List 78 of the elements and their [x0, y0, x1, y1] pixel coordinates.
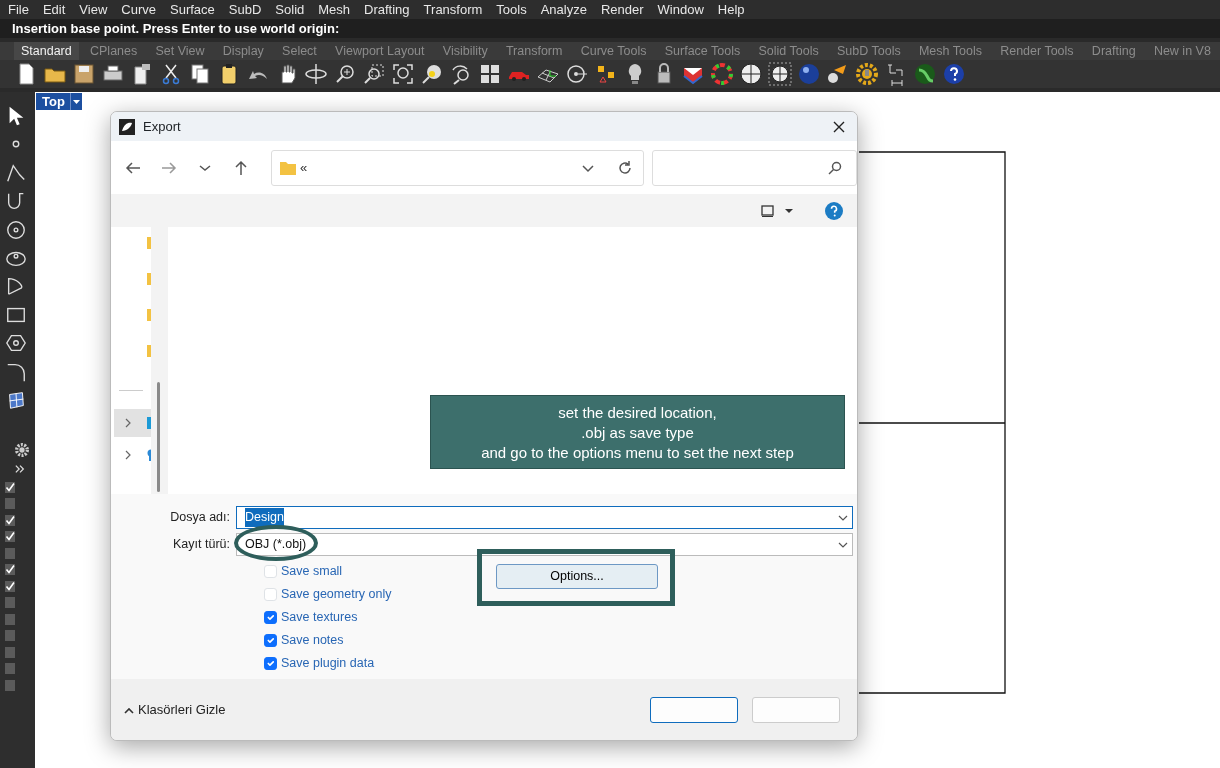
zoom-extents-icon[interactable] — [391, 62, 415, 86]
menu-item[interactable]: SubD — [221, 0, 269, 19]
field-label: Kayıt türü: — [172, 536, 231, 554]
forward-arrow-icon[interactable] — [161, 159, 177, 176]
checkbox[interactable] — [5, 646, 15, 658]
circle-icon[interactable] — [5, 218, 27, 241]
menu-item[interactable]: File — [1, 0, 36, 19]
checkbox-label[interactable]: Save textures — [281, 608, 358, 627]
checkbox[interactable] — [264, 611, 277, 624]
menu-item[interactable]: Solid — [268, 0, 312, 19]
checkbox-label[interactable]: Save plugin data — [281, 654, 375, 673]
app-logo-icon — [119, 118, 135, 135]
file-type-dropdown[interactable]: OBJ (*.obj) — [236, 533, 853, 556]
rotate-icon[interactable] — [304, 62, 328, 86]
search-icon — [828, 160, 842, 175]
menu-item[interactable]: Analyze — [533, 0, 594, 19]
sphere-icon[interactable] — [739, 62, 763, 86]
checkbox[interactable] — [5, 630, 15, 642]
gear-icon[interactable] — [14, 442, 30, 459]
menu-item[interactable]: Render — [593, 0, 651, 19]
zoom-selected-icon[interactable] — [420, 62, 444, 86]
gear-icon[interactable] — [855, 62, 879, 86]
menu-item[interactable]: Drafting — [357, 0, 417, 19]
menu-item[interactable]: Tools — [489, 0, 534, 19]
menu-item[interactable]: Curve — [114, 0, 163, 19]
checkbox[interactable] — [5, 597, 15, 609]
menu-item[interactable]: Help — [710, 0, 752, 19]
grid-sphere-icon[interactable] — [768, 62, 792, 86]
back-arrow-icon[interactable] — [125, 159, 141, 176]
checkbox[interactable] — [5, 663, 15, 675]
save-icon[interactable] — [72, 62, 96, 86]
dropdown-button[interactable] — [70, 93, 82, 110]
menu-item[interactable]: Mesh — [311, 0, 358, 19]
menu-item[interactable]: Surface — [163, 0, 222, 19]
zoom-window-icon[interactable] — [362, 62, 386, 86]
checkbox[interactable] — [5, 547, 15, 559]
address-bar[interactable]: « — [271, 149, 645, 186]
chevron-right-icon — [124, 450, 132, 460]
checkbox[interactable] — [264, 634, 277, 647]
checkbox[interactable] — [5, 498, 15, 510]
annotation-note: set the desired location, .obj as save type and go to the options menu to set the next step — [430, 395, 845, 469]
viewport-label[interactable]: Top — [36, 93, 71, 110]
copy-icon[interactable] — [188, 62, 212, 86]
point-circle-icon[interactable] — [565, 62, 589, 86]
address-text: « — [300, 158, 309, 177]
caret-icon[interactable] — [785, 207, 793, 214]
menu-item[interactable]: Transform — [416, 0, 490, 19]
checkbox-label[interactable]: Save small — [281, 562, 343, 581]
shaded-sphere-icon[interactable] — [797, 62, 821, 86]
double-chevron-icon[interactable] — [14, 464, 26, 475]
up-arrow-icon[interactable] — [233, 159, 249, 176]
scrollbar[interactable] — [157, 382, 160, 492]
checkbox-label[interactable]: Save notes — [281, 631, 344, 650]
dialog-button[interactable] — [650, 696, 738, 723]
refresh-icon[interactable] — [617, 159, 634, 176]
checkbox[interactable] — [5, 679, 15, 691]
checkbox[interactable] — [264, 657, 277, 670]
file-name-field[interactable]: Design — [236, 506, 853, 529]
checkbox-label[interactable]: Save geometry only — [281, 585, 392, 604]
toolbar-tab[interactable]: Standard — [14, 42, 79, 60]
menu-item[interactable]: View — [72, 0, 115, 19]
hide-folders-button[interactable]: Klasörleri Gizle — [123, 698, 227, 721]
window-title: Export — [143, 117, 182, 136]
chevron-up-icon — [124, 705, 134, 714]
viewports-icon[interactable] — [478, 62, 502, 86]
chevron-right-icon — [124, 418, 132, 428]
menu-item[interactable]: Edit — [35, 0, 73, 19]
globe-icon[interactable] — [913, 62, 937, 86]
color-wheel-icon[interactable] — [710, 62, 734, 86]
view-mode-icon[interactable] — [761, 204, 775, 217]
checkbox[interactable] — [5, 613, 15, 625]
options-button[interactable]: Options... — [496, 564, 658, 589]
search-field[interactable] — [652, 149, 857, 186]
menu-item[interactable]: Window — [650, 0, 711, 19]
close-icon[interactable] — [832, 119, 846, 134]
field-label: Dosya adı: — [169, 509, 231, 527]
caret-icon — [73, 99, 80, 104]
help-icon[interactable] — [942, 62, 966, 86]
